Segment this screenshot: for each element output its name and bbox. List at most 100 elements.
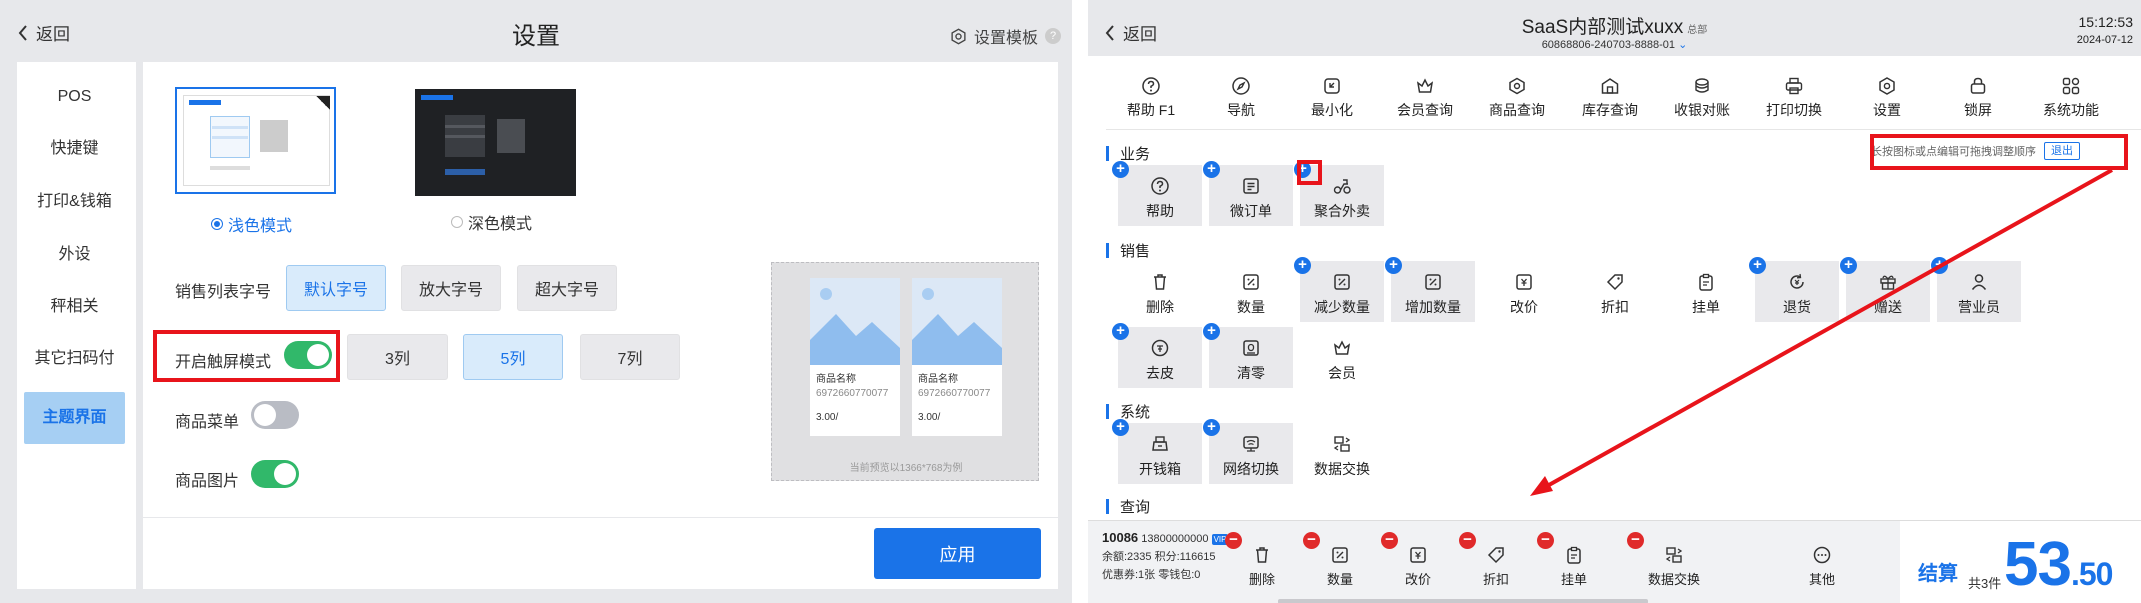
add-icon[interactable]: + (1294, 257, 1311, 274)
top-toolbar: 帮助 F1 导航 最小化 会员查询 商品查询 库存查询 收银对账 打印切换 设置… (1106, 66, 2141, 130)
product-image-toggle[interactable] (251, 460, 299, 488)
toolbar-reconciliation[interactable]: 收银对账 (1657, 76, 1747, 120)
product-menu-toggle[interactable] (251, 401, 299, 429)
tile-delete[interactable]: 删除 (1118, 261, 1202, 322)
tile-gift[interactable]: + 赠送 (1840, 257, 1930, 322)
toolbar-minimize[interactable]: 最小化 (1287, 76, 1377, 120)
tile-network-switch[interactable]: + 网络切换 (1203, 419, 1293, 484)
sidebar-item-shortcuts[interactable]: 快捷键 (24, 123, 125, 175)
add-icon[interactable]: + (1112, 419, 1129, 436)
add-icon[interactable]: + (1112, 323, 1129, 340)
member-balance: 余额:2335 (1102, 551, 1152, 563)
template-settings-button[interactable]: 设置模板 ? (950, 24, 1062, 48)
tile-food-delivery[interactable]: + 聚合外卖 (1294, 161, 1384, 226)
remove-icon[interactable]: − (1537, 532, 1554, 549)
dark-mode-label: 深色模式 (468, 216, 533, 233)
bottom-other-button[interactable]: 其他 (1791, 545, 1853, 588)
sidebar-item-scale[interactable]: 秤相关 (24, 281, 125, 333)
member-coupons: 优惠券:1张 (1102, 569, 1156, 581)
remove-icon[interactable]: − (1627, 532, 1644, 549)
light-mode-radio[interactable]: 浅色模式 (211, 212, 292, 236)
remove-icon[interactable]: − (1459, 532, 1476, 549)
touch-mode-label: 开启触屏模式 (175, 354, 272, 371)
tile-member[interactable]: 会员 (1300, 327, 1384, 388)
tile-quantity[interactable]: 数量 (1209, 261, 1293, 322)
tile-data-exchange[interactable]: 数据交换 (1300, 423, 1384, 484)
bottom-quantity-button[interactable]: − 数量 (1303, 532, 1371, 588)
discount-tag-icon (1487, 547, 1504, 564)
help-circle-icon (1142, 77, 1160, 95)
sidebar-item-pos[interactable]: POS (24, 71, 125, 123)
remove-icon[interactable]: − (1381, 532, 1398, 549)
bottom-data-exchange-button[interactable]: − 数据交换 (1627, 532, 1715, 588)
dark-mode-radio[interactable]: 深色模式 (451, 210, 532, 234)
add-icon[interactable]: + (1749, 257, 1766, 274)
sidebar-item-theme[interactable]: 主题界面 (24, 392, 125, 444)
font-large-button[interactable]: 放大字号 (401, 265, 501, 311)
time-text: 15:12:53 (2078, 14, 2134, 30)
remove-icon[interactable]: − (1225, 532, 1242, 549)
columns-3-button[interactable]: 3列 (347, 334, 448, 380)
store-id-selector[interactable]: 60868806-240703-8888-01 ⌄ (1088, 38, 2141, 51)
toolbar-stock-query[interactable]: 库存查询 (1565, 76, 1655, 120)
columns-5-button[interactable]: 5列 (463, 334, 563, 380)
help-icon[interactable]: ? (1045, 28, 1062, 44)
tile-increase-quantity[interactable]: + 增加数量 (1385, 257, 1475, 322)
font-xlarge-button[interactable]: 超大字号 (517, 265, 617, 311)
tile-hold-order[interactable]: 挂单 (1664, 261, 1748, 322)
tile-help[interactable]: + 帮助 (1112, 161, 1202, 226)
tile-micro-order[interactable]: + 微订单 (1203, 161, 1293, 226)
member-info[interactable]: 10086 13800000000 VIP 余额:2335 积分:116615 … (1102, 529, 1229, 584)
sidebar-item-peripherals[interactable]: 外设 (24, 229, 125, 281)
tile-open-cashbox[interactable]: + 开钱箱 (1112, 419, 1202, 484)
tile-return[interactable]: + 退货 (1749, 257, 1839, 322)
columns-7-button[interactable]: 7列 (580, 334, 680, 380)
toolbar-print-switch[interactable]: 打印切换 (1749, 76, 1839, 120)
toolbar-lock-screen[interactable]: 锁屏 (1933, 76, 2023, 120)
add-icon[interactable]: + (1840, 257, 1857, 274)
layout-preview: 商品名称 6972660770077 3.00/ 商品名称 6972660770… (771, 262, 1039, 481)
bottom-hold-order-button[interactable]: − 挂单 (1537, 532, 1605, 588)
exit-edit-button[interactable]: 退出 (2044, 142, 2080, 160)
toolbar-system-functions[interactable]: 系统功能 (2026, 76, 2116, 120)
sidebar-item-print-cashbox[interactable]: 打印&钱箱 (24, 176, 125, 228)
add-icon[interactable]: + (1385, 257, 1402, 274)
apply-button[interactable]: 应用 (874, 528, 1041, 579)
scrollbar[interactable] (1278, 599, 1648, 603)
tile-label: 营业员 (1958, 299, 2000, 315)
bottom-delete-button[interactable]: − 删除 (1225, 532, 1293, 588)
light-theme-thumbnail[interactable] (175, 87, 336, 194)
bottom-discount-button[interactable]: − 折扣 (1459, 532, 1527, 588)
tile-discount[interactable]: 折扣 (1573, 261, 1657, 322)
section-business: 业务 (1106, 143, 1150, 164)
tile-zero[interactable]: + 清零 (1203, 323, 1293, 388)
tile-salesperson[interactable]: + 营业员 (1931, 257, 2021, 322)
settle-panel[interactable]: 结算 共3件 53.50 (1900, 521, 2141, 603)
add-icon[interactable]: + (1203, 323, 1220, 340)
store-subtitle: 总部 (1687, 25, 1708, 36)
bottom-change-price-button[interactable]: − 改价 (1381, 532, 1449, 588)
font-default-button[interactable]: 默认字号 (286, 265, 386, 311)
remove-icon[interactable]: − (1303, 532, 1320, 549)
touch-mode-toggle[interactable] (284, 341, 332, 369)
add-icon[interactable]: + (1931, 257, 1948, 274)
add-icon[interactable]: + (1112, 161, 1129, 178)
tile-label: 退货 (1783, 299, 1811, 315)
tile-label: 网络切换 (1223, 461, 1279, 477)
add-icon[interactable]: + (1294, 161, 1311, 178)
tile-change-price[interactable]: 改价 (1482, 261, 1566, 322)
toolbar-help[interactable]: 帮助 F1 (1106, 76, 1196, 120)
radio-empty-icon (451, 216, 463, 228)
preview-product-price: 3.00/ (918, 412, 941, 423)
dark-theme-thumbnail[interactable] (415, 89, 576, 196)
toolbar-product-query[interactable]: 商品查询 (1472, 76, 1562, 120)
tile-decrease-quantity[interactable]: + 减少数量 (1294, 257, 1384, 322)
toolbar-label: 帮助 F1 (1126, 102, 1176, 118)
add-icon[interactable]: + (1203, 419, 1220, 436)
add-icon[interactable]: + (1203, 161, 1220, 178)
tile-tare[interactable]: + 去皮 (1112, 323, 1202, 388)
toolbar-settings[interactable]: 设置 (1842, 76, 1932, 120)
sidebar-item-other-scan-pay[interactable]: 其它扫码付 (24, 333, 125, 385)
toolbar-member-query[interactable]: 会员查询 (1380, 76, 1470, 120)
toolbar-navigation[interactable]: 导航 (1196, 76, 1286, 120)
